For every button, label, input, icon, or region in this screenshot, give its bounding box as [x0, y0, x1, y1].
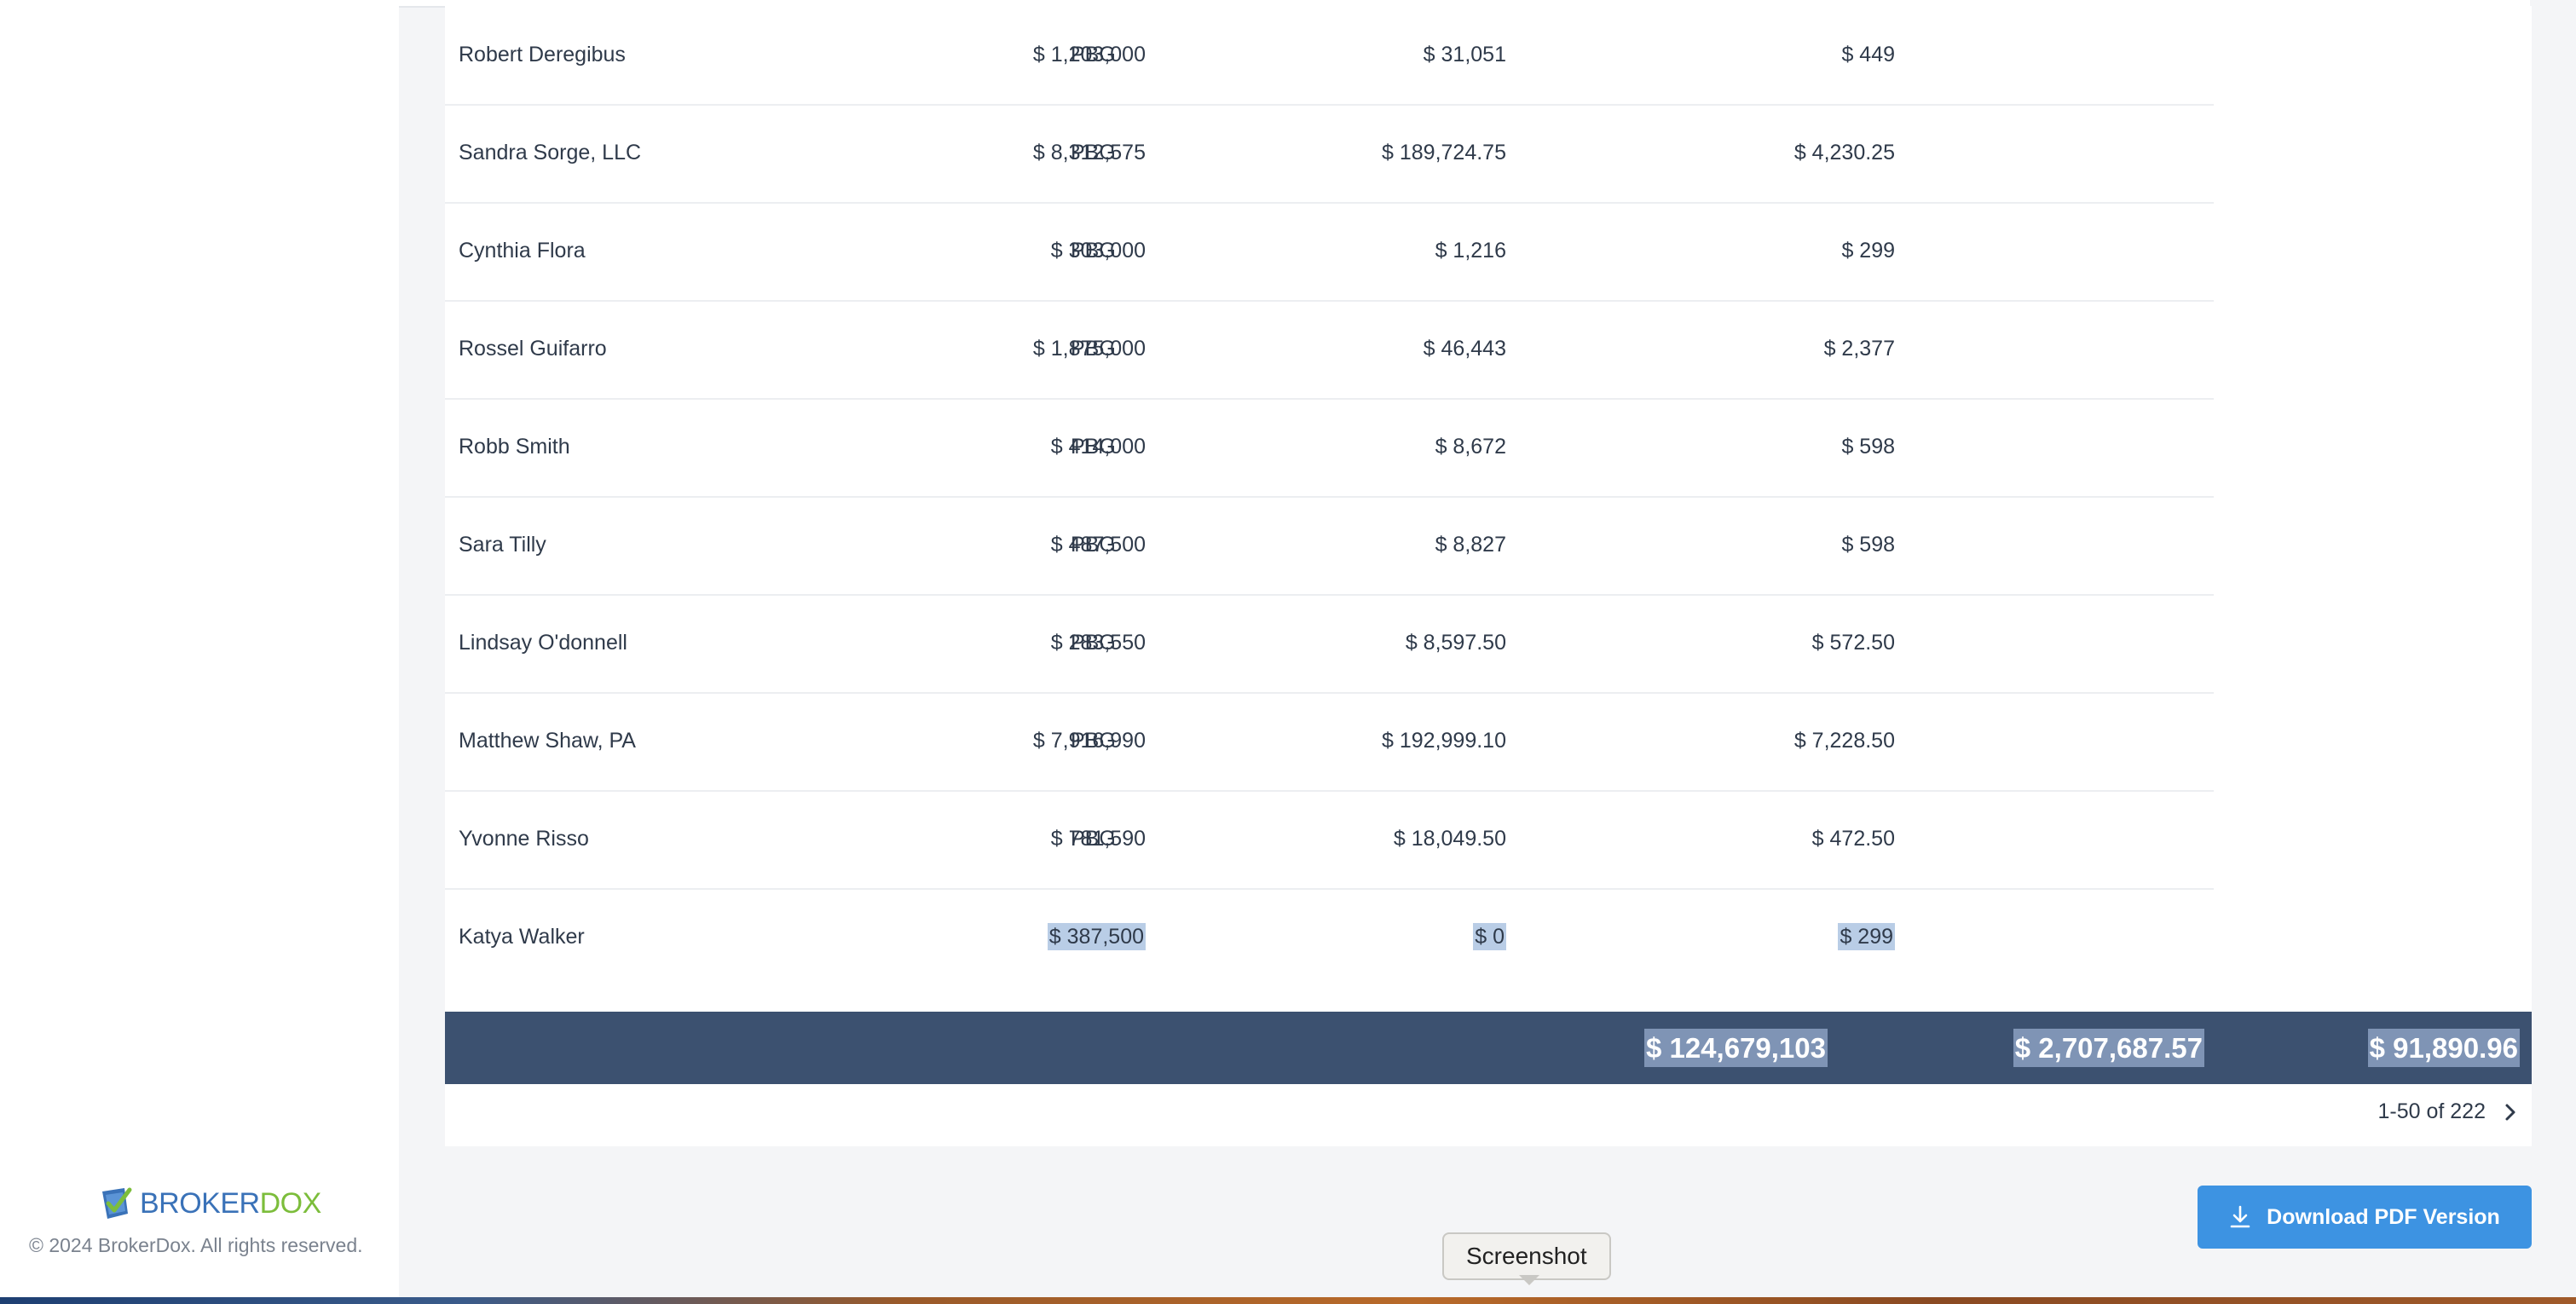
table-row: Katya Walker PBG $ 387,500 $ 0 $ 299	[445, 888, 2214, 986]
row-fee: $ 299	[1841, 239, 1895, 263]
brand-logo[interactable]: BROKERDOX	[99, 1185, 321, 1222]
sidebar: BROKERDOX © 2024 BrokerDox. All rights r…	[0, 0, 399, 1297]
row-name: Katya Walker	[459, 925, 585, 949]
row-amount: $ 303,000	[1050, 239, 1146, 263]
table-row: Lindsay O'donnell PBG $ 283,550 $ 8,597.…	[445, 594, 2214, 694]
row-commission: $ 192,999.10	[1382, 729, 1506, 753]
row-commission: $ 189,724.75	[1382, 141, 1506, 164]
desktop-background-strip	[0, 1297, 2576, 1304]
row-fee: $ 449	[1841, 43, 1895, 66]
table-row: Matthew Shaw, PA PBG $ 7,916,990 $ 192,9…	[445, 692, 2214, 792]
logo-icon	[102, 1187, 132, 1219]
row-commission: $ 0	[1473, 923, 1506, 950]
row-fee: $ 2,377	[1823, 337, 1895, 361]
row-name: Robert Deregibus	[459, 43, 626, 66]
row-commission: $ 46,443	[1423, 337, 1506, 361]
table-row: Sandra Sorge, LLC PBG $ 8,312,575 $ 189,…	[445, 104, 2214, 204]
row-fee: $ 598	[1841, 533, 1895, 557]
row-amount: $ 387,500	[1047, 923, 1146, 950]
row-commission: $ 8,597.50	[1405, 631, 1506, 655]
row-commission: $ 31,051	[1423, 43, 1506, 66]
download-pdf-button[interactable]: Download PDF Version	[2198, 1186, 2532, 1249]
row-commission: $ 18,049.50	[1393, 827, 1506, 851]
row-amount: $ 487,500	[1050, 533, 1146, 557]
row-name: Cynthia Flora	[459, 239, 586, 263]
row-amount: $ 1,875,000	[1032, 337, 1146, 361]
row-fee: $ 598	[1841, 435, 1895, 459]
table-row: Yvonne Risso PBG $ 781,590 $ 18,049.50 $…	[445, 790, 2214, 890]
tooltip-arrow	[1519, 1275, 1539, 1285]
row-fee: $ 472.50	[1811, 827, 1895, 851]
row-commission: $ 1,216	[1435, 239, 1506, 263]
commission-table: Robert Deregibus PBG $ 1,203,000 $ 31,05…	[445, 6, 2532, 1146]
chevron-right-icon[interactable]	[2501, 1103, 2520, 1122]
row-name: Sara Tilly	[459, 533, 546, 557]
totals-row: $ 124,679,103 $ 2,707,687.57 $ 91,890.96	[445, 1012, 2532, 1084]
row-amount: $ 7,916,990	[1032, 729, 1146, 753]
app-window: BROKERDOX © 2024 BrokerDox. All rights r…	[0, 0, 2576, 1304]
download-icon	[2230, 1205, 2250, 1228]
row-fee: $ 7,228.50	[1793, 729, 1895, 753]
row-amount: $ 1,203,000	[1032, 43, 1146, 66]
total-fee: $ 91,890.96	[2367, 1012, 2520, 1084]
row-fee: $ 572.50	[1811, 631, 1895, 655]
row-name: Rossel Guifarro	[459, 337, 607, 361]
total-amount: $ 2,707,687.57	[2013, 1012, 2204, 1084]
table-row: Rossel Guifarro PBG $ 1,875,000 $ 46,443…	[445, 300, 2214, 400]
row-commission: $ 8,672	[1435, 435, 1506, 459]
table-row: Robert Deregibus PBG $ 1,203,000 $ 31,05…	[445, 6, 2214, 106]
row-amount: $ 414,000	[1050, 435, 1146, 459]
copyright-text: © 2024 BrokerDox. All rights reserved.	[29, 1234, 363, 1256]
pagination: 1-50 of 222	[2378, 1099, 2521, 1124]
brand-name: BROKERDOX	[140, 1186, 321, 1220]
row-name: Matthew Shaw, PA	[459, 729, 636, 753]
row-fee: $ 299	[1838, 923, 1895, 950]
total-commission: $ 124,679,103	[1643, 1012, 1828, 1084]
table-row: Sara Tilly PBG $ 487,500 $ 8,827 $ 598	[445, 496, 2214, 596]
row-fee: $ 4,230.25	[1793, 141, 1895, 164]
download-pdf-label: Download PDF Version	[2267, 1204, 2500, 1229]
row-amount: $ 283,550	[1050, 631, 1146, 655]
row-commission: $ 8,827	[1435, 533, 1506, 557]
screenshot-tooltip: Screenshot	[1442, 1232, 1611, 1280]
row-name: Yvonne Risso	[459, 827, 589, 851]
row-name: Lindsay O'donnell	[459, 631, 627, 655]
table-row: Robb Smith PBG $ 414,000 $ 8,672 $ 598	[445, 398, 2214, 498]
table-row: Cynthia Flora PBG $ 303,000 $ 1,216 $ 29…	[445, 202, 2214, 302]
row-name: Robb Smith	[459, 435, 570, 459]
row-amount: $ 8,312,575	[1032, 141, 1146, 164]
row-amount: $ 781,590	[1050, 827, 1146, 851]
row-name: Sandra Sorge, LLC	[459, 141, 642, 164]
pagination-range: 1-50 of 222	[2377, 1099, 2486, 1123]
